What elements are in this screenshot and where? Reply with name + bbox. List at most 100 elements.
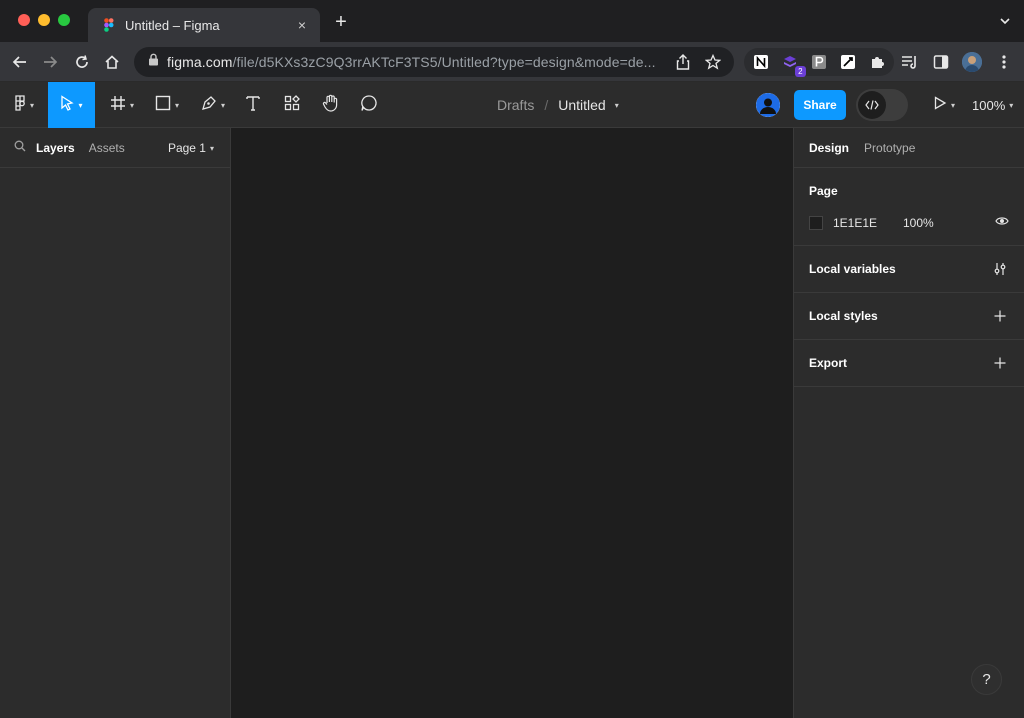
chevron-down-icon: ▾	[129, 100, 134, 110]
code-brackets-icon	[858, 91, 886, 119]
local-variables-title: Local variables	[809, 262, 896, 276]
side-panel-icon[interactable]	[929, 50, 953, 74]
rectangle-icon	[155, 95, 171, 116]
zoom-level: 100%	[972, 97, 1006, 113]
frame-tool-button[interactable]: ▾	[104, 82, 140, 128]
eye-visibility-icon[interactable]	[995, 214, 1009, 231]
properties-tabs: Design Prototype	[794, 128, 1024, 168]
breadcrumb: Drafts / Untitled ▾	[497, 82, 619, 128]
tab-design[interactable]: Design	[809, 141, 849, 155]
url-host: figma.com	[167, 54, 233, 70]
background-opacity-value[interactable]: 100%	[903, 216, 934, 230]
page-selector[interactable]: Page 1 ▾	[168, 128, 214, 168]
breadcrumb-separator: /	[544, 97, 549, 113]
chevron-down-icon: ▾	[220, 100, 225, 110]
plus-icon[interactable]	[991, 354, 1009, 372]
sliders-icon[interactable]	[991, 260, 1009, 278]
layers-panel: Layers Assets Page 1 ▾	[0, 128, 231, 718]
breadcrumb-drafts-link[interactable]: Drafts	[497, 97, 534, 113]
help-button[interactable]: ?	[971, 664, 1002, 695]
browser-tab-bar: Untitled – Figma × +	[0, 0, 1024, 42]
pen-tool-button[interactable]: ▾	[194, 82, 232, 128]
new-tab-button[interactable]: +	[330, 12, 352, 34]
back-arrow-icon[interactable]	[8, 50, 32, 74]
browser-toolbar: figma.com/file/d5KXs3zC9Q3rrAKTcF3TS5/Un…	[0, 42, 1024, 82]
local-variables-section[interactable]: Local variables	[794, 246, 1024, 293]
browser-tab-active[interactable]: Untitled – Figma ×	[88, 8, 320, 42]
window-zoom-button[interactable]	[58, 14, 70, 26]
background-hex-value[interactable]: 1E1E1E	[833, 216, 903, 230]
search-icon[interactable]	[14, 140, 26, 155]
components-icon	[284, 94, 300, 116]
chevron-down-icon: ▾	[1009, 100, 1014, 110]
tab-prototype[interactable]: Prototype	[864, 141, 915, 155]
extension-badge: 2	[795, 66, 806, 77]
url-text[interactable]: figma.com/file/d5KXs3zC9Q3rrAKTcF3TS5/Un…	[167, 54, 664, 70]
hand-tool-button[interactable]	[318, 82, 344, 128]
reading-list-icon[interactable]	[898, 50, 922, 74]
text-tool-button[interactable]	[240, 82, 266, 128]
comment-bubble-icon	[360, 94, 378, 117]
chevron-down-icon: ▾	[950, 100, 955, 110]
lock-icon	[148, 53, 159, 71]
frame-hash-icon	[110, 95, 126, 116]
hand-icon	[322, 94, 340, 117]
chevron-down-icon: ▾	[209, 143, 214, 153]
extensions-group: 2	[744, 48, 894, 77]
cursor-arrow-icon	[60, 94, 75, 116]
window-minimize-button[interactable]	[38, 14, 50, 26]
figma-logo-icon	[14, 94, 26, 116]
pen-nib-icon	[201, 95, 217, 116]
share-page-icon[interactable]	[672, 51, 694, 73]
export-section[interactable]: Export	[794, 340, 1024, 387]
stack-extension-icon[interactable]: 2	[781, 52, 806, 77]
background-color-swatch[interactable]	[809, 216, 823, 230]
properties-panel: Design Prototype Page 1E1E1E 100% Local …	[793, 128, 1024, 718]
page-section: Page 1E1E1E 100%	[794, 168, 1024, 246]
local-styles-section[interactable]: Local styles	[794, 293, 1024, 340]
compose-extension-icon[interactable]	[838, 52, 857, 72]
comment-tool-button[interactable]	[356, 82, 382, 128]
browser-menu-icon[interactable]	[992, 50, 1016, 74]
user-avatar[interactable]	[756, 93, 780, 117]
reload-icon[interactable]	[70, 50, 94, 74]
shape-tool-button[interactable]: ▾	[148, 82, 186, 128]
dev-mode-toggle[interactable]	[856, 89, 908, 121]
tab-assets[interactable]: Assets	[89, 141, 125, 155]
share-button[interactable]: Share	[794, 90, 846, 120]
zoom-menu[interactable]: 100% ▾	[972, 82, 1013, 128]
page-selector-label: Page 1	[167, 141, 206, 155]
tab-search-chevron-icon[interactable]	[998, 14, 1012, 28]
forward-arrow-icon[interactable]	[38, 50, 62, 74]
page-section-title: Page	[809, 184, 838, 198]
main-menu-button[interactable]: ▾	[6, 82, 42, 128]
move-tool-button[interactable]: ▾	[48, 82, 95, 128]
figma-favicon-icon	[102, 18, 116, 32]
plus-icon[interactable]	[991, 307, 1009, 325]
chevron-down-icon: ▾	[174, 100, 179, 110]
figma-toolbar: ▾ ▾ ▾ ▾ ▾ Drafts / Untitled ▾ Share ▾ 10…	[0, 82, 1024, 128]
layers-panel-header: Layers Assets Page 1 ▾	[0, 128, 230, 168]
export-title: Export	[809, 356, 848, 370]
design-canvas[interactable]	[231, 128, 793, 718]
address-bar[interactable]: figma.com/file/d5KXs3zC9Q3rrAKTcF3TS5/Un…	[134, 47, 734, 77]
present-button[interactable]: ▾	[926, 82, 962, 128]
url-path: /file/d5KXs3zC9Q3rrAKTcF3TS5/Untitled?ty…	[232, 54, 656, 70]
chevron-down-icon: ▾	[78, 100, 83, 110]
file-name-button[interactable]: Untitled	[558, 97, 605, 113]
bookmark-star-icon[interactable]	[702, 51, 724, 73]
notion-extension-icon[interactable]	[752, 52, 771, 72]
p-extension-icon[interactable]	[810, 52, 829, 72]
page-background-row: 1E1E1E 100%	[809, 214, 1009, 232]
resources-tool-button[interactable]	[279, 82, 305, 128]
tab-title: Untitled – Figma	[125, 17, 220, 33]
window-close-button[interactable]	[18, 14, 30, 26]
profile-avatar[interactable]	[960, 50, 984, 74]
chevron-down-icon[interactable]: ▾	[615, 101, 619, 110]
tab-close-icon[interactable]: ×	[294, 17, 310, 33]
home-icon[interactable]	[100, 50, 124, 74]
play-icon	[933, 95, 947, 115]
chevron-down-icon: ▾	[29, 100, 34, 110]
tab-layers[interactable]: Layers	[36, 141, 75, 155]
puzzle-extensions-icon[interactable]	[867, 52, 886, 72]
